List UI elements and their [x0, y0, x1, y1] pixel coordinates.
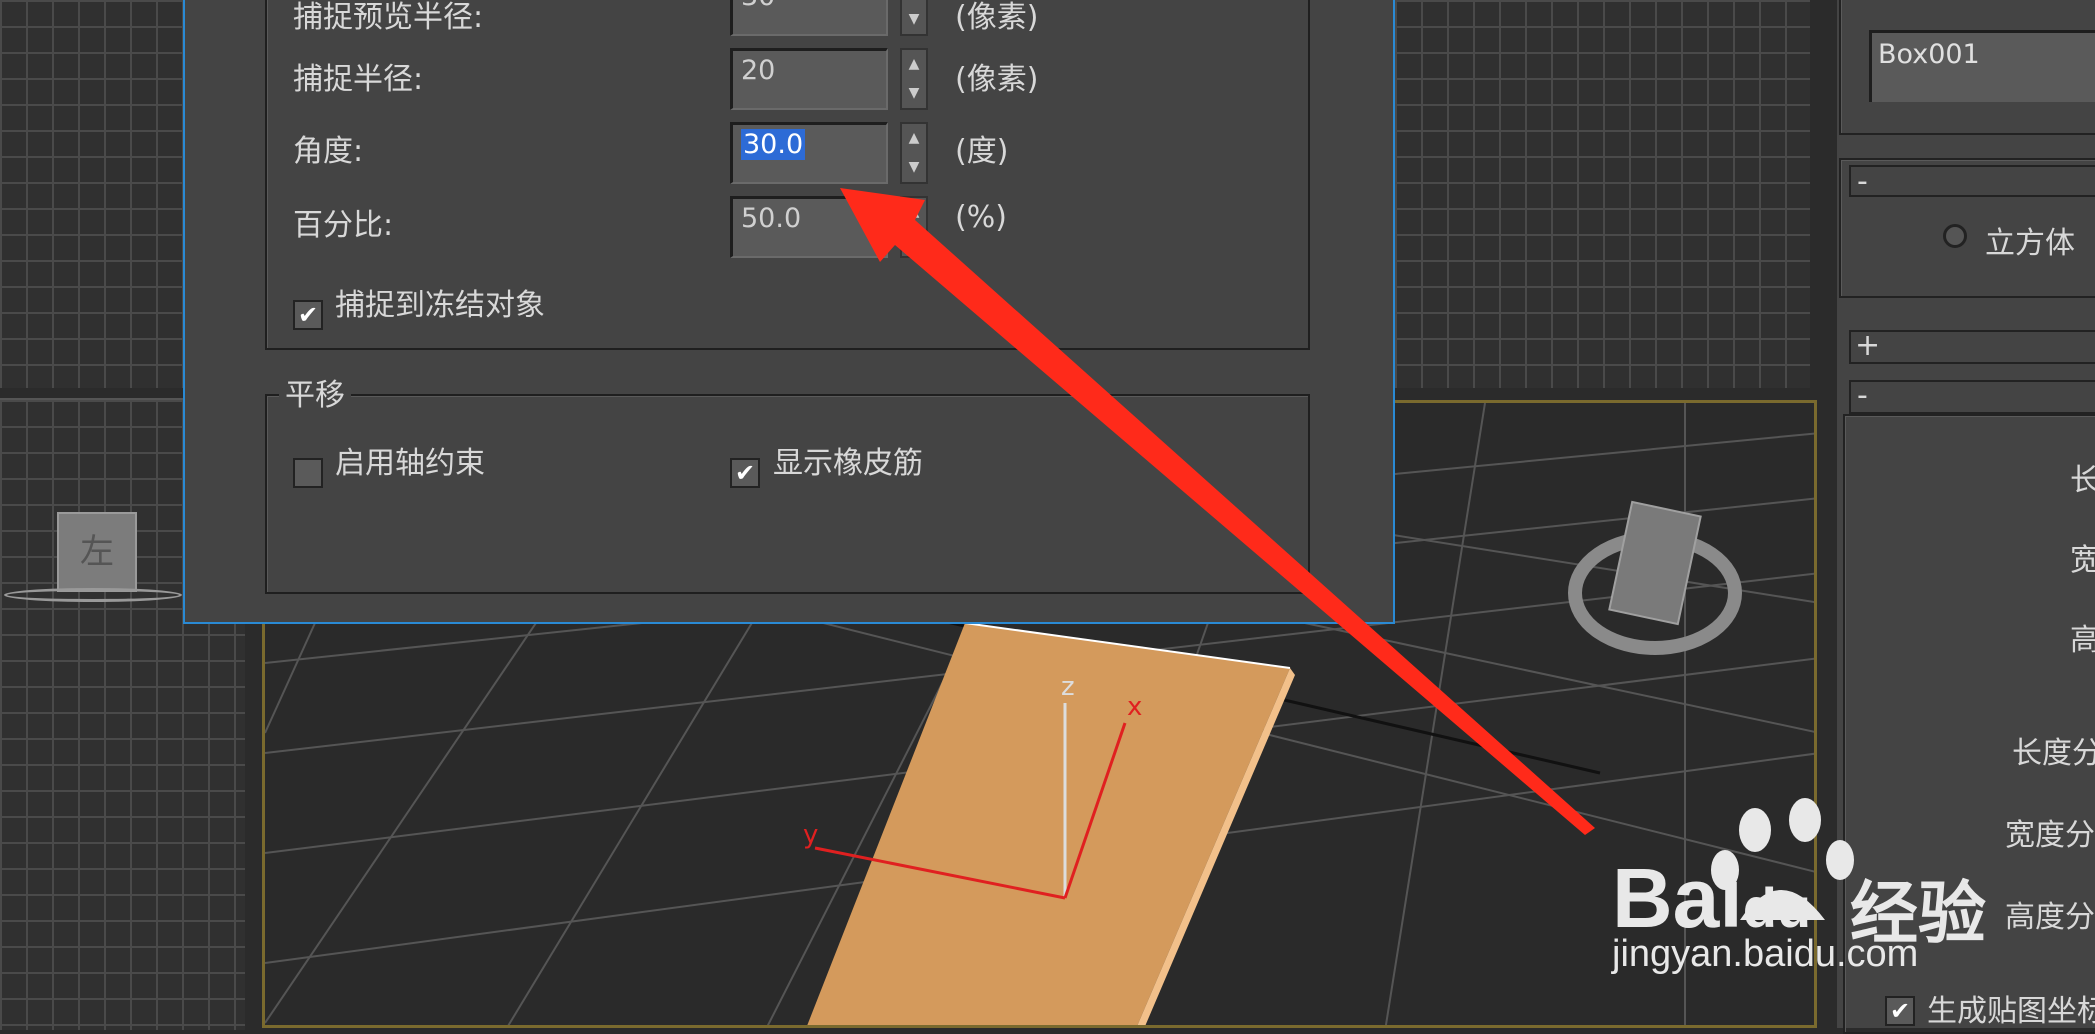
watermark-url: jingyan.baidu.com: [1612, 933, 1919, 975]
arrow-icon: [840, 188, 1595, 835]
